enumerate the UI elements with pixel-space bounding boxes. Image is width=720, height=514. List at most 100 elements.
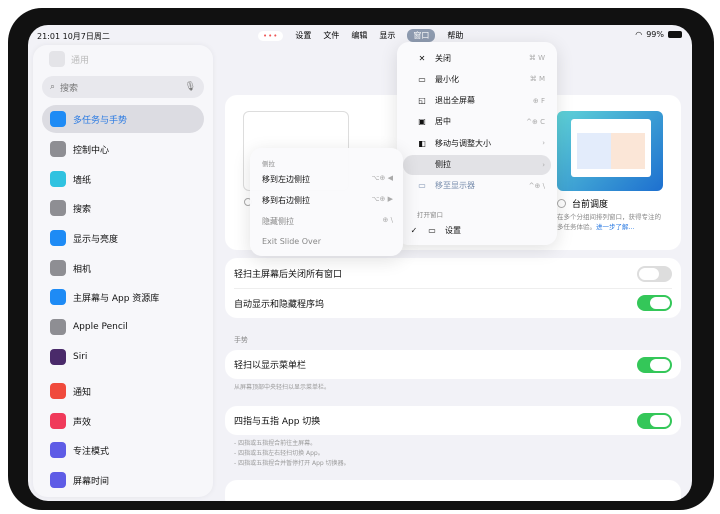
sidebar-item[interactable]: 多任务与手势 [42,105,204,133]
sidebar-item[interactable]: 控制中心 [42,135,204,163]
search-icon: ⌕ [50,82,56,92]
sidebar-item[interactable]: Apple Pencil [42,313,204,341]
sidebar-item[interactable]: 相机 [42,254,204,282]
window-menu-item[interactable]: ✕ 关闭 ⌘ W [403,48,551,68]
toggle-auto-dock[interactable] [637,295,672,311]
label: 轻扫以显示菜单栏 [234,361,307,371]
shortcut: › [542,160,545,169]
label: 退出全屏幕 [435,96,475,106]
sidebar-item-general[interactable]: 通用 [49,51,89,67]
settings-icon [50,141,66,157]
settings-icon [50,319,66,335]
options-card: 轻扫主屏幕后关闭所有窗口 自动显示和隐藏程序坞 [225,258,681,318]
sidebar-item[interactable]: 屏幕时间 [42,466,204,494]
menu-help[interactable]: 帮助 [447,30,463,41]
settings-icon [50,111,66,127]
row-auto-dock: 自动显示和隐藏程序坞 [234,288,672,317]
sidebar-item-label: 相机 [73,264,92,275]
label: 设置 [445,225,461,235]
gestures-header: 手势 [234,336,248,344]
menu-item-icon: ◱ [418,96,426,106]
shortcut: ⌘ M [529,75,545,84]
sidebar-item-label: Siri [73,352,88,362]
window-menu-item[interactable]: 侧拉 › [403,154,551,175]
slide-over-item[interactable]: Exit Slide Over [262,237,393,246]
label: 居中 [435,117,451,127]
window-menu-item[interactable]: ▣ 居中 ^⊕ C [403,112,551,132]
window-menu-item[interactable]: ◧ 移动与调整大小 › [403,133,551,153]
menu-item-open-settings[interactable]: ✓ ▭ 设置 [403,220,551,240]
menu-edit[interactable]: 编辑 [351,30,367,41]
sidebar-item-label: 搜索 [73,204,92,215]
label: 通用 [71,55,90,66]
gear-icon [49,51,65,67]
settings-icon [50,171,66,187]
menu-view[interactable]: 显示 [379,30,395,41]
sidebar-item[interactable]: 通知 [42,377,204,405]
search-input[interactable]: ⌕ 搜索 🎙 [42,76,204,98]
sidebar-item-label: 显示与亮度 [73,234,119,245]
menu-item-icon: ▭ [418,181,426,191]
label: 移到右边侧拉 [262,196,310,205]
window-menu-item[interactable]: ▭ 最小化 ⌘ M [403,69,551,89]
note: - 四指或五指左右轻扫切换 App。 [234,450,324,457]
stage-manager-radio[interactable] [557,199,566,208]
label: 四指与五指 App 切换 [234,417,321,427]
toggle-app-switch[interactable] [637,412,672,429]
label: 移至显示器 [435,181,475,191]
shortcut: ⊕ F [532,96,545,105]
label: 最小化 [435,74,459,84]
menu-settings[interactable]: 设置 [295,30,311,41]
shortcut: › [542,139,545,148]
label: Exit Slide Over [262,237,321,246]
learn-more-link[interactable]: 进一步了解... [596,223,635,231]
row-app-switch: 四指与五指 App 切换 [234,406,672,435]
battery-percent: 99% [646,30,664,39]
window-controls[interactable]: ••• [258,30,284,41]
sidebar-item[interactable]: 声效 [42,407,204,435]
settings-icon [50,413,66,429]
row-close-windows: 轻扫主屏幕后关闭所有窗口 [234,259,672,288]
label: 自动显示和隐藏程序坞 [234,299,325,310]
window-icon: ▭ [428,225,436,235]
window-menu-item[interactable]: ▭ 移至显示器 ^⊕ \ [403,176,551,196]
toggle-swipe-menubar[interactable] [637,356,672,373]
menu-file[interactable]: 文件 [323,30,339,41]
sidebar-item[interactable]: 墙纸 [42,165,204,193]
slide-over-submenu: 侧拉 移到左边侧拉 ⌥⊕ ◀ 移到右边侧拉 ⌥⊕ ▶ 隐藏侧拉 ⊕ \ Exit Slide… [250,148,403,256]
menubar-note: 从屏幕顶部中央轻扫以显示菜单栏。 [234,384,331,391]
shortcut: ⌥⊕ ▶ [371,195,393,203]
slide-over-item[interactable]: 移到左边侧拉 ⌥⊕ ◀ [262,174,393,185]
screen: 21:01 10月7日周二 ◠ 99% ••• 设置 文件 编辑 显示 窗口 帮助… [28,25,692,501]
menu-window[interactable]: 窗口 [407,29,436,42]
mic-icon[interactable]: 🎙 [185,82,196,92]
sidebar-item[interactable]: 专注模式 [42,436,204,464]
submenu-header: 侧拉 [262,160,275,168]
sidebar-item[interactable]: 主屏幕与 App 资源库 [42,283,204,311]
menu-item-icon: ▭ [418,74,426,84]
shortcut: ⌥⊕ ◀ [371,174,393,182]
check-icon: ✓ [410,225,418,235]
settings-icon [50,349,66,365]
sidebar-item-label: 声效 [73,417,92,428]
shortcut: ^⊕ \ [528,181,545,190]
switch-card: 四指与五指 App 切换 [225,406,681,435]
sidebar-item[interactable]: 显示与亮度 [42,224,204,252]
menu-bar: ••• 设置 文件 编辑 显示 窗口 帮助 [258,29,463,42]
settings-icon [50,200,66,216]
settings-icon [50,289,66,305]
window-menu-item[interactable]: ◱ 退出全屏幕 ⊕ F [403,91,551,111]
shortcut: ⌘ W [528,54,545,62]
slide-over-item[interactable]: 隐藏侧拉 ⊕ \ [262,216,393,227]
date: 10月7日周二 [62,32,110,41]
note: - 四指或五指捏合前往主屏幕。 [234,440,317,447]
sidebar-item-label: 通知 [73,387,92,398]
slide-over-item[interactable]: 移到右边侧拉 ⌥⊕ ▶ [262,195,393,206]
toggle-close-windows[interactable] [637,265,672,282]
note: - 四指或五指捏合并暂停打开 App 切换器。 [234,460,350,467]
sidebar-item[interactable]: 搜索 [42,194,204,222]
stage-manager-preview[interactable] [557,111,663,191]
sidebar-item-label: 屏幕时间 [73,476,110,487]
sidebar-item[interactable]: Siri [42,343,204,371]
label: 轻扫主屏幕后关闭所有窗口 [234,270,343,280]
